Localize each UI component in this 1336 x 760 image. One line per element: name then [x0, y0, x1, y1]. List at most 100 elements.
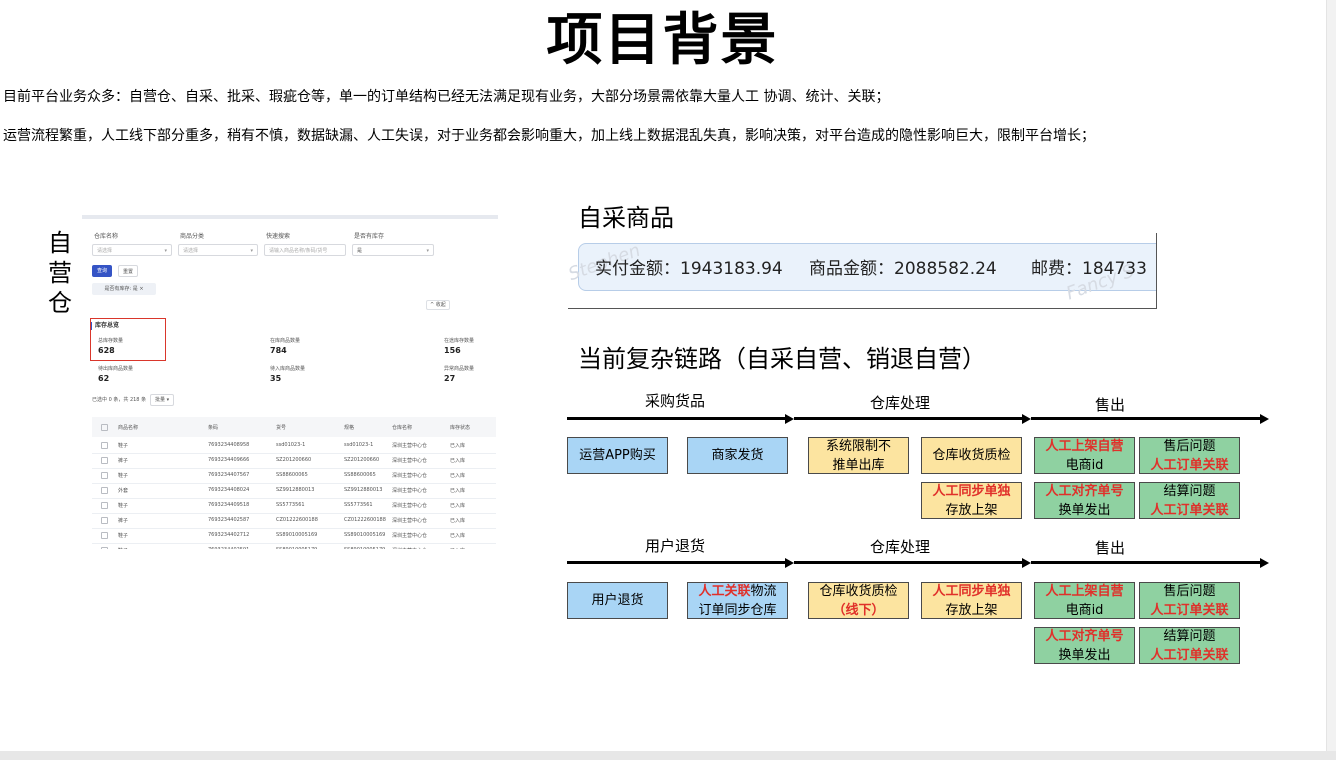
box-text-red: 人工对齐单号 [1045, 628, 1124, 644]
flow2-manual-align: 人工对齐单号 换单发出 [1034, 627, 1135, 664]
table-cell: CZ01222600188 [276, 517, 318, 523]
column-header: 商品名称 [118, 425, 139, 431]
query-button[interactable]: 查询 [92, 265, 112, 277]
arrow-line [567, 561, 785, 564]
flow2-settlement: 结算问题 人工订单关联 [1139, 627, 1240, 664]
table-row[interactable]: 鞋子 7693234407567 SS88600065 SS88600065 深圳主营中… [92, 468, 496, 484]
flow1-header-warehouse: 仓库处理 [869, 394, 930, 412]
flow1-merchant-ship: 商家发货 [687, 437, 788, 474]
filter-tag[interactable]: 是否有库存: 是 × [92, 283, 156, 295]
box-text: 结算问题 [1163, 483, 1216, 499]
table-cell: 已入库 [450, 547, 465, 549]
amount-panel: Stephen Fancy S 实付金额：1943183.94 商品金额：208… [568, 233, 1157, 309]
stat-value: 27 [444, 374, 456, 383]
table-cell: 鞋子 [118, 443, 129, 449]
box-text: 仓库收货质检 [932, 448, 1011, 463]
flow2-manual-listing: 人工上架自营 电商id [1034, 582, 1135, 619]
vertical-scrollbar[interactable] [1326, 0, 1336, 760]
table-row[interactable]: 鞋子 7693234402712 SS89010005169 SS8901000516… [92, 528, 496, 544]
quick-search-input[interactable]: 请输入商品名称/条码/货号 [264, 244, 346, 256]
page-title: 项目背景 [546, 8, 779, 73]
flow2-manual-link-logistics: 人工关联物流 订单同步仓库 [687, 582, 788, 619]
flow1-manual-listing: 人工上架自营 电商id [1034, 437, 1135, 474]
table-cell: SS89010005169 [344, 532, 386, 538]
arrow-line [1031, 561, 1260, 564]
table-cell: 已入库 [450, 488, 466, 494]
row-checkbox[interactable] [101, 532, 108, 539]
box-text-red: 人工订单关联 [1150, 502, 1229, 518]
arrow-line [567, 417, 785, 420]
row-checkbox[interactable] [101, 547, 108, 549]
box-text-red: （线下） [832, 602, 885, 618]
flow1-settlement: 结算问题人工订单关联 [1139, 482, 1240, 519]
table-cell: 鞋子 [118, 547, 128, 549]
table-cell: SS5773561 [344, 502, 373, 508]
warehouse-select[interactable]: 请选择 ▾ [92, 244, 172, 256]
stat-value: 628 [98, 346, 115, 355]
table-cell: 鞋子 [118, 533, 129, 539]
flow1-warehouse-inspect: 仓库收货质检 [921, 437, 1022, 474]
stat-value: 784 [270, 346, 287, 355]
table-cell: 深圳主营中心仓 [392, 533, 428, 539]
stock-select[interactable]: 是 ▾ [352, 244, 434, 256]
box-text: 存放上架 [945, 602, 998, 618]
arrow-head-icon [1260, 558, 1269, 568]
table-row[interactable]: 鞋子 7693234402591 SS89010005179 SS8901000517… [92, 543, 496, 549]
select-all-checkbox[interactable] [101, 424, 108, 431]
flow2-user-return: 用户退货 [567, 582, 668, 619]
table-cell: SZ9912880013 [344, 487, 383, 493]
table-cell: 鞋子 [118, 503, 129, 509]
row-checkbox[interactable] [101, 487, 108, 494]
box-text: 售后问题 [1163, 438, 1216, 454]
table-row[interactable]: 外套 7693234408024 SZ9912880013 SZ9912880013 深… [92, 483, 496, 499]
table-cell: 7693234407567 [208, 472, 250, 478]
table-row[interactable]: 鞋子 7693234409518 SS5773561 SS5773561 深圳主营中心仓… [92, 498, 496, 514]
box-text: 售后问题 [1163, 583, 1216, 599]
row-checkbox[interactable] [101, 502, 108, 509]
table-cell: 已入库 [450, 458, 466, 464]
box-text: 换单发出 [1058, 502, 1111, 518]
arrow-head-icon [1022, 558, 1031, 568]
flow2-header-warehouse: 仓库处理 [869, 538, 930, 556]
table-cell: SZ201200660 [276, 457, 312, 463]
flow2-header-sell: 售出 [1094, 539, 1125, 557]
category-select[interactable]: 请选择 ▾ [178, 244, 258, 256]
filter-label-warehouse: 仓库名称 [94, 233, 119, 240]
table-cell: 已入库 [450, 503, 466, 509]
box-text: 物流 [750, 583, 777, 599]
row-checkbox[interactable] [101, 517, 108, 524]
warehouse-select-value: 请选择 [97, 248, 113, 254]
table-cell: SS88600065 [276, 472, 308, 478]
box-text: 运营APP购买 [579, 448, 656, 463]
flow1-header-purchase: 采购货品 [644, 392, 705, 410]
column-header: 规格 [344, 425, 355, 431]
table-row[interactable]: 鞋子 7693234408958 ssd01023-1 ssd01023-1 深圳主营中… [92, 438, 496, 454]
table-cell: 7693234402591 [208, 547, 249, 549]
flow2-manual-sync: 人工同步单独 存放上架 [921, 582, 1022, 619]
box-text: 电商id [1065, 457, 1104, 473]
reset-button[interactable]: 重置 [118, 265, 138, 277]
table-cell: 深圳主营中心仓 [392, 518, 428, 524]
table-row[interactable]: 裤子 7693234409666 SZ201200660 SZ201200660 深圳主… [92, 453, 496, 469]
chain-title: 当前复杂链路（自采自营、销退自营） [578, 345, 986, 373]
row-checkbox[interactable] [101, 442, 108, 449]
paid-amount: 实付金额：1943183.94 [595, 259, 783, 279]
row-checkbox[interactable] [101, 472, 108, 479]
arrow-head-icon [1260, 414, 1269, 424]
flow1-after-sale: 售后问题 人工订单关联 [1139, 437, 1240, 474]
horizontal-scrollbar[interactable] [0, 751, 1336, 760]
table-cell: 7693234402712 [208, 532, 250, 538]
stat-label: 在途库存数量 [444, 338, 475, 344]
table-cell: SZ201200660 [344, 457, 380, 463]
box-text-red: 人工同步单独 [932, 483, 1011, 499]
table-cell: SZ9912880013 [276, 487, 315, 493]
arrow-head-icon [785, 558, 794, 568]
collapse-toggle[interactable]: ^ 收起 [426, 300, 450, 310]
stat-label: 待出库商品数量 [98, 366, 134, 372]
batch-button[interactable]: 批量 ▾ [150, 394, 175, 406]
row-checkbox[interactable] [101, 457, 108, 464]
self-purchase-title: 自采商品 [578, 204, 674, 232]
table-row[interactable]: 裤子 7693234402587 CZ01222600188 CZ0122260018… [92, 513, 496, 529]
table-cell: 深圳主营中心仓 [392, 443, 428, 449]
column-header: 货号 [276, 425, 287, 431]
